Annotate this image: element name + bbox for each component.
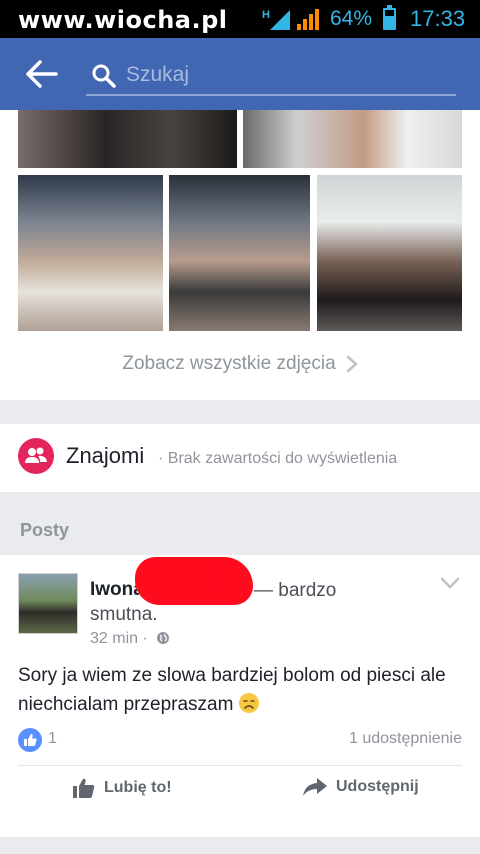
photo-thumbnail[interactable] <box>18 175 163 331</box>
photo-thumbnail[interactable] <box>317 175 462 331</box>
share-button[interactable]: Udostępnij <box>302 777 419 797</box>
svg-text:H: H <box>262 9 270 21</box>
like-reaction-icon <box>18 728 42 752</box>
photo-thumbnail[interactable] <box>18 110 237 168</box>
back-arrow-icon[interactable] <box>26 60 58 88</box>
avatar[interactable] <box>18 573 78 634</box>
search-icon <box>92 64 116 88</box>
chevron-down-icon[interactable] <box>440 577 460 589</box>
share-count[interactable]: 1 udostępnienie <box>349 730 462 748</box>
post-body-text: Sory ja wiem ze slowa bardziej bolom od … <box>18 665 446 715</box>
post-time: 32 min · <box>90 630 148 647</box>
post-card: — bardzo smutna. Iwona 32 min · Sory ja … <box>0 555 480 837</box>
globe-icon <box>157 632 170 644</box>
clock: 17:33 <box>410 6 466 31</box>
friends-title: Znajomi <box>66 443 145 468</box>
search-input[interactable] <box>126 60 446 90</box>
post-body: Sory ja wiem ze slowa bardziej bolom od … <box>18 661 468 719</box>
redaction-mark <box>208 567 252 603</box>
divider <box>18 765 462 766</box>
friends-section[interactable]: Znajomi · Brak zawartości do wyświetleni… <box>0 424 480 492</box>
like-count[interactable]: 1 <box>48 730 57 748</box>
like-button[interactable]: Lubię to! <box>72 777 172 799</box>
watermark: www.wiocha.pl <box>18 6 228 34</box>
post-timestamp[interactable]: 32 min · <box>90 630 170 648</box>
photos-section: Zobacz wszystkie zdjęcia <box>0 110 480 400</box>
friends-empty-text: · Brak zawartości do wyświetlenia <box>158 450 398 467</box>
thumbs-up-icon <box>73 778 95 798</box>
photo-thumbnail[interactable] <box>169 175 310 331</box>
battery-icon <box>383 5 396 30</box>
photo-thumbnail[interactable] <box>243 110 462 168</box>
status-bar: www.wiocha.pl H 64% 17:33 <box>0 0 480 38</box>
share-button-label: Udostępnij <box>336 778 419 795</box>
search-bar[interactable] <box>86 56 456 96</box>
top-bar <box>0 38 480 110</box>
share-arrow-icon <box>303 778 327 796</box>
sad-face-icon <box>238 693 259 713</box>
see-all-photos-label: Zobacz wszystkie zdjęcia <box>122 353 336 374</box>
like-button-label: Lubię to! <box>104 779 172 796</box>
posts-header: Posty <box>20 520 70 540</box>
chevron-right-icon <box>346 355 358 373</box>
see-all-photos-link[interactable]: Zobacz wszystkie zdjęcia <box>0 353 480 375</box>
battery-percent: 64% <box>330 7 373 30</box>
signal-icon <box>297 9 319 30</box>
friends-icon <box>18 438 54 474</box>
signal-h-icon: H <box>262 9 290 30</box>
